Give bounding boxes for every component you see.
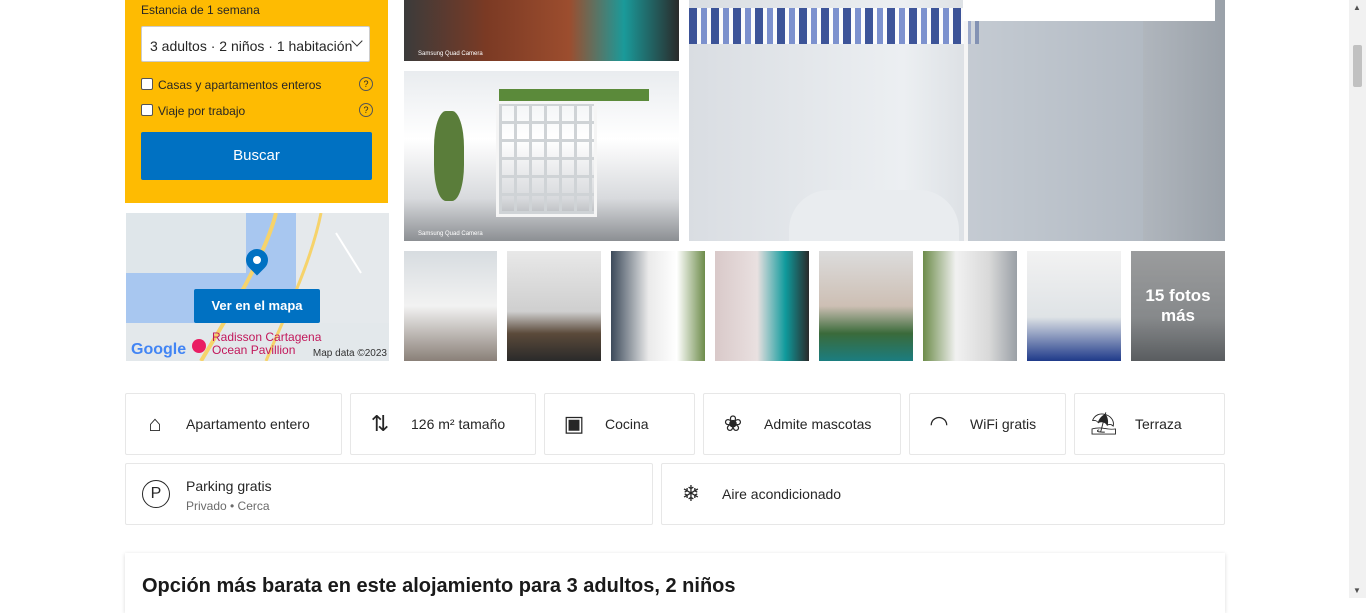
kitchen-icon: ▣ — [563, 411, 585, 436]
facility-wifi: ◠ WiFi gratis — [909, 393, 1066, 455]
view-map-button[interactable]: Ver en el mapa — [194, 289, 320, 323]
size-icon: ⇅ — [370, 411, 390, 436]
checkbox-work-row[interactable]: Viaje por trabajo ? — [141, 103, 373, 121]
thumbnail-2[interactable] — [507, 251, 601, 361]
thumbnail-3[interactable] — [611, 251, 705, 361]
cheapest-option-title: Opción más barata en este alojamiento pa… — [142, 575, 736, 597]
tile-border — [689, 8, 979, 44]
more-photos-button[interactable]: 15 fotos más — [1131, 251, 1225, 361]
checkbox-homes[interactable] — [141, 78, 153, 90]
page-scrollbar[interactable]: ▲ ▼ — [1349, 0, 1366, 598]
thumbnail-7[interactable] — [1027, 251, 1121, 361]
terrace-icon: ⛱ — [1090, 411, 1118, 436]
scroll-down-icon[interactable]: ▼ — [1353, 586, 1361, 595]
parking-icon: P — [142, 480, 170, 508]
parking-sublabel: Privado • Cerca — [186, 499, 270, 513]
map-attribution: Map data ©2023 — [312, 348, 387, 359]
facility-size: ⇅ 126 m² tamaño — [350, 393, 536, 455]
facility-air-conditioning: ❄ Aire acondicionado — [661, 463, 1225, 525]
facility-terrace: ⛱ Terraza — [1074, 393, 1225, 455]
checkbox-work[interactable] — [141, 104, 153, 116]
cheapest-option-card: Opción más barata en este alojamiento pa… — [125, 553, 1225, 613]
paw-icon: ❀ — [723, 411, 743, 436]
photo-facade[interactable]: Samsung Quad Camera — [404, 71, 679, 241]
scrollbar-thumb[interactable] — [1353, 45, 1362, 87]
search-button[interactable]: Buscar — [141, 132, 372, 180]
photo-caption: Samsung Quad Camera — [418, 51, 483, 57]
occupancy-value: 3 adultos · 2 niños · 1 habitación — [150, 38, 353, 54]
search-panel: Estancia de 1 semana 3 adultos · 2 niños… — [125, 0, 388, 203]
map-preview[interactable]: Ver en el mapa Radisson Cartagena Ocean … — [126, 213, 389, 361]
photo-bathroom-main[interactable] — [689, 0, 1225, 241]
facility-kitchen: ▣ Cocina — [544, 393, 695, 455]
google-logo: Google — [131, 341, 187, 358]
review-overlay — [963, 0, 1215, 21]
window-grille — [496, 101, 597, 217]
checkbox-homes-row[interactable]: Casas y apartamentos enteros ? — [141, 77, 373, 95]
wifi-icon: ◠ — [929, 411, 949, 436]
thumbnail-6[interactable] — [923, 251, 1017, 361]
plant — [434, 111, 464, 201]
thumbnail-1[interactable] — [404, 251, 497, 361]
facility-entire-apartment: ⌂ Apartamento entero — [125, 393, 342, 455]
facility-pets: ❀ Admite mascotas — [703, 393, 901, 455]
photo-caption: Samsung Quad Camera — [418, 231, 483, 237]
thumbnail-4[interactable] — [715, 251, 809, 361]
scroll-up-icon[interactable]: ▲ — [1353, 3, 1361, 12]
hotel-marker-icon — [192, 339, 206, 353]
occupancy-selector[interactable]: 3 adultos · 2 niños · 1 habitación — [141, 26, 370, 62]
chevron-down-icon — [351, 35, 363, 47]
help-icon[interactable]: ? — [359, 103, 373, 117]
checkbox-homes-label: Casas y apartamentos enteros — [158, 78, 322, 92]
toilet — [789, 190, 959, 241]
garland — [499, 89, 649, 101]
shower-door — [964, 0, 1143, 241]
snowflake-icon: ❄ — [681, 481, 701, 506]
stay-label: Estancia de 1 semana — [141, 3, 260, 17]
facility-parking: P Parking gratis Privado • Cerca — [125, 463, 653, 525]
map-hotel-label: Radisson Cartagena Ocean Pavillion — [212, 330, 322, 357]
checkbox-work-label: Viaje por trabajo — [158, 104, 246, 118]
thumbnail-5[interactable] — [819, 251, 913, 361]
photo-room[interactable]: Samsung Quad Camera — [404, 0, 679, 61]
help-icon[interactable]: ? — [359, 77, 373, 91]
house-icon: ⌂ — [148, 411, 162, 436]
